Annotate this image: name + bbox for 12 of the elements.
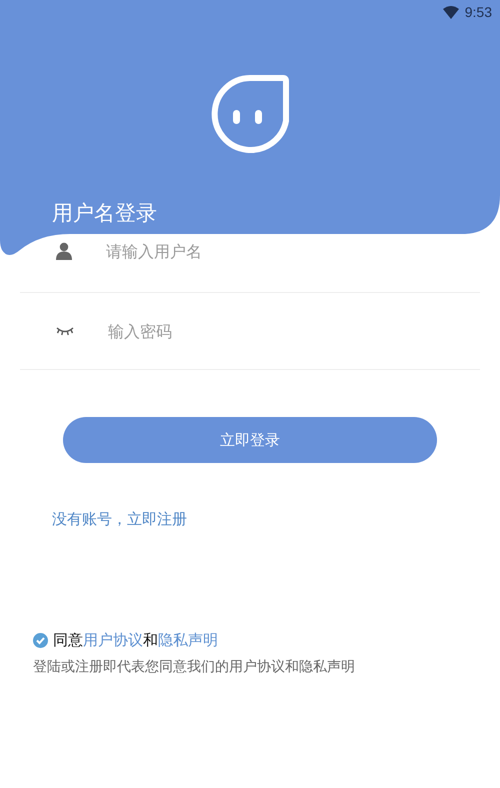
status-time: 9:53 [464, 4, 492, 20]
privacy-link[interactable]: 隐私声明 [158, 631, 218, 649]
wifi-icon [442, 6, 459, 18]
user-agreement-link[interactable]: 用户协议 [83, 631, 143, 649]
login-button[interactable]: 立即登录 [63, 417, 437, 463]
register-link[interactable]: 没有账号，立即注册 [52, 510, 187, 529]
agreement-text: 同意用户协议和隐私声明 [53, 631, 218, 650]
check-icon[interactable] [33, 633, 48, 648]
agreement-notice: 登陆或注册即代表您同意我们的用户协议和隐私声明 [33, 658, 355, 676]
page-title: 用户名登录 [52, 200, 157, 227]
user-icon [56, 242, 72, 260]
closed-eye-icon [56, 326, 74, 336]
